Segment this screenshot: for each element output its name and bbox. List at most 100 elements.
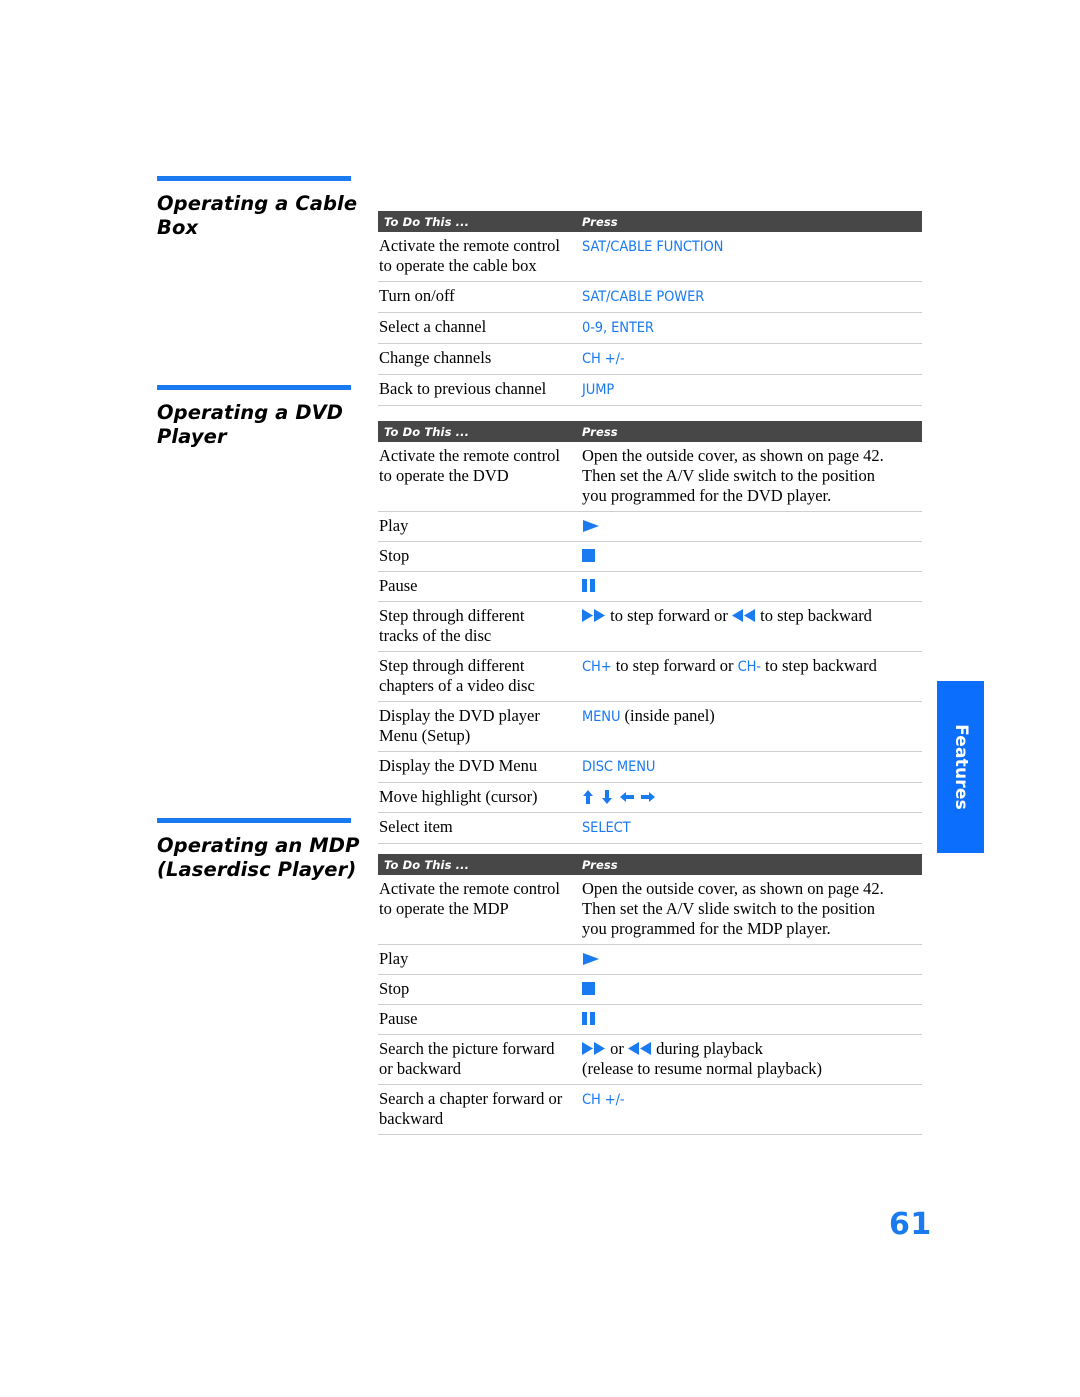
remote-key-label: CH +/-	[582, 1092, 625, 1108]
table-row: Turn on/off SAT/CABLE POWER	[378, 282, 922, 313]
heading-line-1: Operating a DVD	[157, 401, 344, 424]
cell-line: Move highlight (cursor)	[379, 787, 538, 806]
cell-press: SELECT	[582, 817, 922, 838]
cell-line: Play	[379, 516, 409, 535]
table-cable-box: To Do This ... Press Activate the remote…	[378, 211, 922, 406]
cell-to-do-this: Select item	[378, 817, 582, 838]
section-heading-dvd: Operating a DVD Player	[157, 385, 365, 449]
press-text: to step backward	[760, 656, 877, 675]
heading-line-2: (Laserdisc Player)	[157, 858, 357, 881]
cell-line: Activate the remote control	[379, 446, 560, 465]
cell-line: Stop	[379, 979, 410, 998]
cell-to-do-this: Pause	[378, 576, 582, 596]
remote-key-label: CH +/-	[582, 351, 625, 367]
cell-press: DISC MENU	[582, 756, 922, 777]
cell-press	[582, 516, 922, 536]
heading-text: Operating a Cable Box	[157, 192, 365, 240]
table-row: Stop	[378, 975, 922, 1005]
cell-to-do-this: Select a channel	[378, 317, 582, 338]
table-row: Activate the remote control to operate th…	[378, 875, 922, 945]
table-row: Search a chapter forward or backward CH +/…	[378, 1085, 922, 1135]
column-header-press: Press	[582, 857, 618, 872]
cell-line: or backward	[379, 1059, 462, 1078]
remote-key-label: CH+	[582, 659, 612, 675]
cell-press: CH +/-	[582, 1089, 922, 1129]
press-text: Then set the A/V slide switch to the pos…	[582, 899, 876, 918]
table-row: Back to previous channel JUMP	[378, 375, 922, 406]
cell-line: to operate the cable box	[379, 256, 537, 275]
table-header-row: To Do This ... Press	[378, 854, 922, 875]
heading-line-1: Operating a Cable	[157, 192, 358, 215]
cell-line: backward	[379, 1109, 444, 1128]
cell-line: Activate the remote control	[379, 879, 560, 898]
press-text: Open the outside cover, as shown on page…	[582, 879, 884, 898]
column-header-press: Press	[582, 424, 618, 439]
table-row: Activate the remote control to operate th…	[378, 442, 922, 512]
stop-icon	[582, 549, 595, 562]
cell-press: CH +/-	[582, 348, 922, 369]
press-text: or	[606, 1039, 628, 1058]
cell-to-do-this: Move highlight (cursor)	[378, 787, 582, 807]
column-header-to-do-this: To Do This ...	[384, 214, 470, 229]
cell-press	[582, 576, 922, 596]
cell-to-do-this: Activate the remote control to operate th…	[378, 879, 582, 939]
table-body: Activate the remote control to operate th…	[378, 442, 922, 844]
pause-icon	[582, 579, 595, 592]
heading-rule	[157, 385, 351, 390]
press-text: (release to resume normal playback)	[582, 1059, 823, 1078]
cell-line: Turn on/off	[379, 286, 455, 305]
arrow-up-icon	[582, 790, 594, 804]
press-text: you programmed for the MDP player.	[582, 919, 831, 938]
cell-line: tracks of the disc	[379, 626, 492, 645]
heading-rule	[157, 818, 351, 823]
table-row: Play	[378, 945, 922, 975]
cell-press: JUMP	[582, 379, 922, 400]
table-row: Display the DVD Menu DISC MENU	[378, 752, 922, 783]
section-heading-cable: Operating a Cable Box	[157, 176, 365, 240]
table-row: Pause	[378, 1005, 922, 1035]
table-row: Step through different chapters of a vide…	[378, 652, 922, 702]
press-text: to step forward or	[606, 606, 733, 625]
cell-to-do-this: Pause	[378, 1009, 582, 1029]
cell-line: Search a chapter forward or	[379, 1089, 563, 1108]
side-tab-features: Features	[937, 681, 984, 853]
cell-to-do-this: Activate the remote control to operate th…	[378, 446, 582, 506]
heading-rule	[157, 176, 351, 181]
page-number: 61	[889, 1207, 932, 1242]
rewind-icon	[628, 1042, 652, 1055]
section-heading-mdp: Operating an MDP (Laserdisc Player)	[157, 818, 365, 882]
cell-to-do-this: Play	[378, 949, 582, 969]
play-icon	[582, 952, 600, 966]
remote-key-label: SAT/CABLE POWER	[582, 289, 705, 305]
table-body: Activate the remote control to operate th…	[378, 232, 922, 406]
side-tab-label: Features	[950, 724, 971, 810]
table-row: Select item SELECT	[378, 813, 922, 844]
cell-to-do-this: Stop	[378, 979, 582, 999]
cell-to-do-this: Stop	[378, 546, 582, 566]
table-row: Stop	[378, 542, 922, 572]
cell-line: Step through different	[379, 656, 525, 675]
cell-press	[582, 1009, 922, 1029]
remote-key-label: JUMP	[582, 382, 615, 398]
press-text: you programmed for the DVD player.	[582, 486, 832, 505]
rewind-icon	[732, 609, 756, 622]
cell-to-do-this: Change channels	[378, 348, 582, 369]
column-header-to-do-this: To Do This ...	[384, 424, 470, 439]
table-row: Select a channel 0-9, ENTER	[378, 313, 922, 344]
cell-press	[582, 787, 922, 807]
cell-line: Change channels	[379, 348, 492, 367]
remote-key-label: 0-9, ENTER	[582, 320, 654, 336]
cell-to-do-this: Search the picture forward or backward	[378, 1039, 582, 1079]
cell-press: Open the outside cover, as shown on page…	[582, 446, 922, 506]
fast-forward-icon	[582, 1042, 606, 1055]
press-text: Then set the A/V slide switch to the pos…	[582, 466, 876, 485]
table-row: Activate the remote control to operate th…	[378, 232, 922, 282]
cell-line: Menu (Setup)	[379, 726, 471, 745]
cell-line: Play	[379, 949, 409, 968]
table-header-row: To Do This ... Press	[378, 421, 922, 442]
cell-to-do-this: Step through different chapters of a vide…	[378, 656, 582, 696]
stop-icon	[582, 982, 595, 995]
table-row: Play	[378, 512, 922, 542]
cell-to-do-this: Display the DVD Menu	[378, 756, 582, 777]
cell-line: Select item	[379, 817, 453, 836]
